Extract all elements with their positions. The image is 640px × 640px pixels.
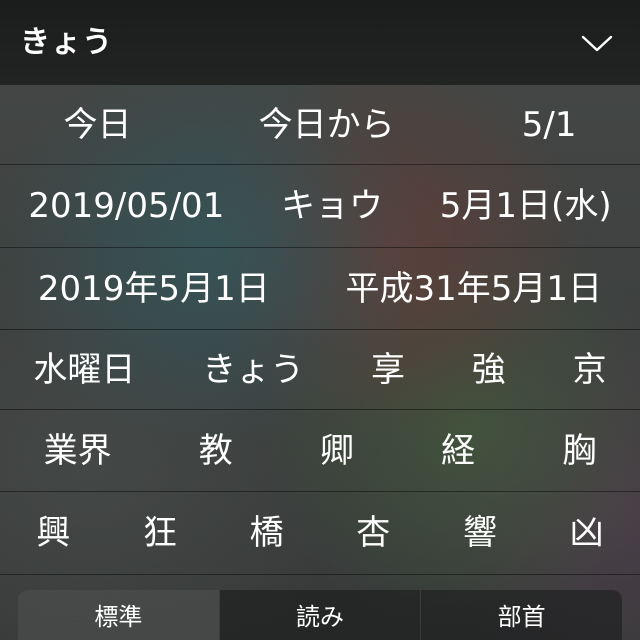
segment-standard[interactable]: 標準 bbox=[18, 590, 219, 640]
input-reading: きょう bbox=[20, 25, 113, 60]
candidate-row: 水曜日 きょう 享 強 京 bbox=[0, 330, 640, 410]
candidate-item[interactable]: 強 bbox=[472, 350, 506, 390]
candidate-item[interactable]: 響 bbox=[463, 513, 497, 553]
candidate-item[interactable]: 2019/05/01 bbox=[28, 186, 224, 226]
candidate-item[interactable]: 教 bbox=[199, 431, 233, 471]
candidate-row: 今日 今日から 5/1 bbox=[0, 85, 640, 165]
candidate-item[interactable]: 2019年5月1日 bbox=[38, 269, 270, 309]
candidate-grid: 今日 今日から 5/1 2019/05/01 キョウ 5月1日(水) 2019年… bbox=[0, 85, 640, 575]
candidate-item[interactable]: 水曜日 bbox=[33, 350, 135, 390]
segment-reading[interactable]: 読み bbox=[218, 590, 421, 640]
candidate-item[interactable]: 卿 bbox=[320, 431, 354, 471]
candidate-item[interactable]: 凶 bbox=[570, 513, 604, 553]
segment-radical[interactable]: 部首 bbox=[420, 590, 622, 640]
candidate-item[interactable]: 興 bbox=[36, 513, 70, 553]
candidate-item[interactable]: 杏 bbox=[356, 513, 390, 553]
chevron-down-icon[interactable] bbox=[581, 35, 613, 53]
candidate-item[interactable]: キョウ bbox=[281, 186, 383, 226]
candidate-item[interactable]: 狂 bbox=[143, 513, 177, 553]
sort-mode-segmented-control: 標準 読み 部首 bbox=[18, 590, 622, 640]
candidate-item[interactable]: きょう bbox=[202, 350, 304, 390]
candidate-item[interactable]: 平成31年5月1日 bbox=[346, 269, 603, 309]
candidate-item[interactable]: 業界 bbox=[44, 431, 112, 471]
candidate-item[interactable]: 今日 bbox=[64, 105, 132, 145]
candidate-item[interactable]: 5月1日(水) bbox=[440, 186, 612, 226]
candidate-row: 業界 教 卿 経 胸 bbox=[0, 410, 640, 492]
candidate-item[interactable]: 享 bbox=[371, 350, 405, 390]
candidate-item[interactable]: 5/1 bbox=[522, 105, 577, 145]
candidate-item[interactable]: 京 bbox=[573, 350, 607, 390]
candidate-header: きょう bbox=[0, 0, 640, 85]
candidate-item[interactable]: 橋 bbox=[250, 513, 284, 553]
candidate-row: 2019年5月1日 平成31年5月1日 bbox=[0, 248, 640, 330]
candidate-item[interactable]: 経 bbox=[441, 431, 475, 471]
candidate-row: 興 狂 橋 杏 響 凶 bbox=[0, 492, 640, 575]
candidate-item[interactable]: 胸 bbox=[562, 431, 596, 471]
candidate-item[interactable]: 今日から bbox=[259, 105, 395, 145]
candidate-row: 2019/05/01 キョウ 5月1日(水) bbox=[0, 165, 640, 248]
